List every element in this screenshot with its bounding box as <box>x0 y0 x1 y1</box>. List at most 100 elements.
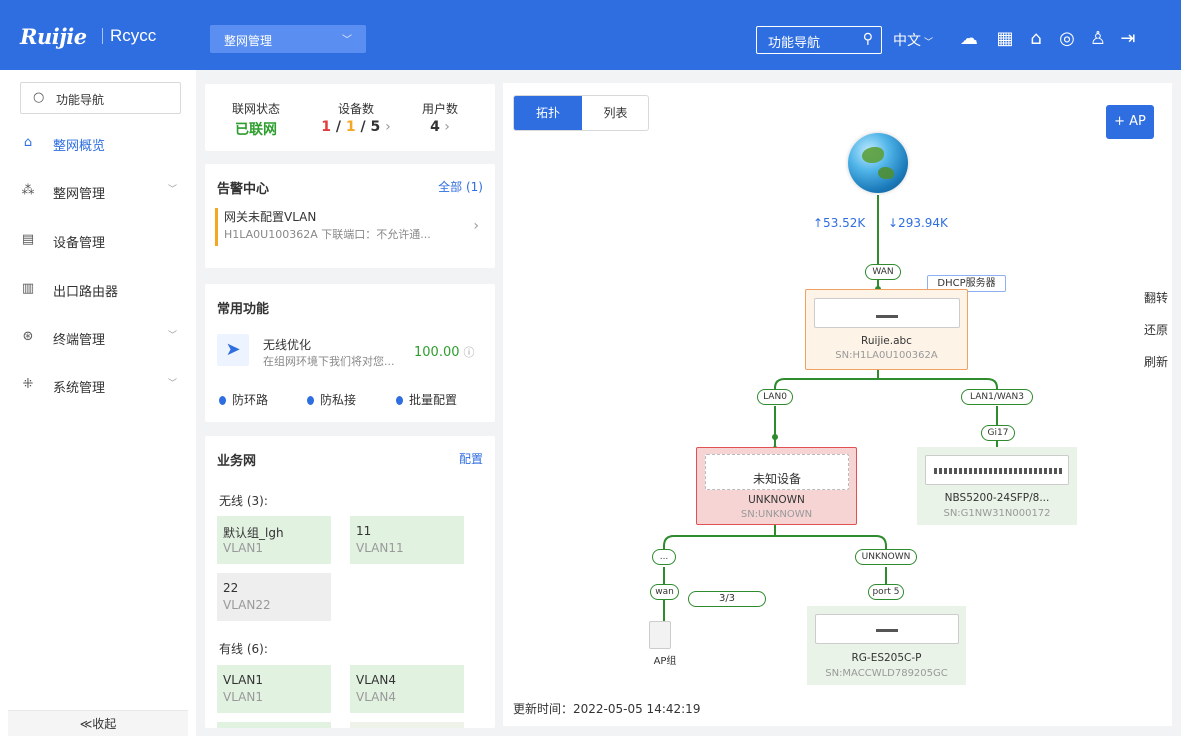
func-name[interactable]: 无线优化 <box>263 336 311 353</box>
vlan-id: VLAN22 <box>223 598 271 612</box>
vlan-id: VLAN4 <box>356 690 396 704</box>
send-icon: ➤ <box>217 334 249 366</box>
business-config-link[interactable]: 配置 <box>459 450 483 467</box>
wired-vlan-card[interactable] <box>217 722 331 728</box>
sidebar-item-label: 整网管理 <box>53 187 106 202</box>
wired-vlan-card[interactable] <box>350 722 464 728</box>
device-total-count: 5 <box>370 119 381 135</box>
alarm-item[interactable]: 网关未配置VLAN H1LA0U100362A 下联端口：不允许通... › <box>215 208 491 246</box>
device-offline-count: 1 <box>321 119 331 135</box>
gateway-device-icon <box>814 298 960 328</box>
sidebar-item-label: 终端管理 <box>53 333 106 348</box>
switch2-sn: SN:MACCWLD789205GC <box>825 668 948 679</box>
tag-anti-private[interactable]: 防私接 <box>307 391 356 408</box>
wired-vlan-card[interactable]: VLAN4 VLAN4 <box>350 665 464 713</box>
help-icon[interactable]: ⓘ <box>464 346 475 359</box>
switch-nbs5200[interactable]: NBS5200-24SFP/8... SN:G1NW31N000172 <box>917 447 1077 525</box>
switch-es205c[interactable]: RG-ES205C-P SN:MACCWLD789205GC <box>807 606 966 685</box>
tag-loop-prevention[interactable]: 防环路 <box>219 391 268 408</box>
terminal-icon: ⊛ <box>22 329 34 344</box>
device-count-value: 1 / 1 / 5 › <box>321 119 391 135</box>
router-icon: ▥ <box>21 281 35 296</box>
net-status-value: 已联网 <box>235 122 277 138</box>
gateway-device[interactable]: Ruijie.abc SN:H1LA0U100362A <box>805 289 968 370</box>
sidebar-item-overview[interactable]: ⌂ 整网概览 <box>20 133 180 155</box>
sidebar-item-network[interactable]: ⁂ 整网管理 ﹀ <box>20 181 180 203</box>
ap-count-label: 3/3 <box>688 591 766 607</box>
wireless-vlan-card[interactable]: 默认组_lgh VLAN1 <box>217 516 331 564</box>
wifi-icon[interactable]: ◎ <box>1056 28 1078 50</box>
sidebar-item-router[interactable]: ▥ 出口路由器 <box>20 279 180 301</box>
sidebar-item-label: 整网概览 <box>53 139 106 154</box>
update-time: 更新时间：2022-05-05 14:42:19 <box>513 702 701 716</box>
vlan-id: VLAN1 <box>223 690 263 704</box>
vlan-name: 11 <box>356 524 372 538</box>
download-rate: ↓293.94K <box>888 216 948 230</box>
wan-small-label: wan <box>650 584 679 600</box>
tag-batch-config[interactable]: 批量配置 <box>396 391 457 408</box>
gateway-name: Ruijie.abc <box>861 335 912 347</box>
user-count[interactable]: 用户数 4 › <box>405 100 475 135</box>
alarm-all-link[interactable]: 全部 (1) <box>438 178 483 195</box>
chevron-right-icon: › <box>385 119 391 135</box>
vlan-id: VLAN11 <box>356 541 404 555</box>
tag-label: 批量配置 <box>409 393 458 407</box>
switch-name: NBS5200-24SFP/8... <box>944 492 1050 504</box>
language-label: 中文 <box>893 33 921 49</box>
wireless-vlan-card[interactable]: 11 VLAN11 <box>350 516 464 564</box>
language-select[interactable]: 中文 ﹀ <box>893 30 933 50</box>
alarm-title: 告警中心 <box>217 182 270 197</box>
device-icon: ▤ <box>21 232 35 247</box>
port-label: ... <box>652 549 676 565</box>
ap-icon[interactable]: ⌂ <box>1025 28 1047 50</box>
location-icon <box>219 396 226 405</box>
collapse-button[interactable]: ≪收起 <box>8 710 188 736</box>
sidebar-item-system[interactable]: ⁜ 系统管理 ﹀ <box>20 375 180 397</box>
qrcode-icon[interactable]: ▦ <box>994 28 1016 50</box>
function-nav-search[interactable]: 功能导航 ⚲ <box>756 26 882 54</box>
sidebar-search[interactable]: ○ 功能导航 <box>20 82 181 114</box>
network-icon: ⁂ <box>21 183 35 198</box>
business-title: 业务网 <box>217 454 257 469</box>
lan0-port-label: LAN0 <box>757 389 793 405</box>
wireless-vlan-card[interactable]: 22 VLAN22 <box>217 573 331 621</box>
wan-port-label: WAN <box>865 264 901 280</box>
vlan-name: VLAN4 <box>356 673 396 687</box>
function-nav-label: 功能导航 <box>768 36 821 51</box>
internet-globe-icon[interactable] <box>848 133 908 193</box>
net-status[interactable]: 联网状态 已联网 <box>221 100 291 139</box>
unknown-device-label: 未知设备 <box>752 472 801 486</box>
func-score-row: 100.00 ⓘ <box>414 344 475 360</box>
alarm-icon[interactable]: ♙ <box>1087 28 1109 50</box>
ap-group-label: AP组 <box>653 656 677 667</box>
device-count[interactable]: 设备数 1 / 1 / 5 › <box>311 100 401 135</box>
upload-rate: ↑53.52K <box>813 216 866 230</box>
gateway-sn: SN:H1LA0U100362A <box>835 350 938 361</box>
unknown-device[interactable]: 未知设备 UNKNOWN SN:UNKNOWN <box>696 447 857 525</box>
wired-vlan-card[interactable]: VLAN1 VLAN1 <box>217 665 331 713</box>
net-status-title: 联网状态 <box>231 102 280 116</box>
wireless-label: 无线 (3): <box>219 494 268 508</box>
chevron-right-icon: › <box>439 119 450 135</box>
top-header: Ruijie Rcycc 整网管理 ﹀ 功能导航 ⚲ 中文 ﹀ ☁ ▦ ⌂ ◎ ♙… <box>0 0 1181 70</box>
sidebar-item-device[interactable]: ▤ 设备管理 <box>20 230 180 252</box>
user-count-title: 用户数 <box>421 102 458 116</box>
logout-icon[interactable]: ⇥ <box>1117 28 1139 50</box>
device-alarm-count: 1 <box>345 119 356 135</box>
user-count-value: 4 <box>430 119 440 135</box>
alarm-item-desc: H1LA0U100362A 下联端口：不允许通... <box>224 228 431 241</box>
chevron-down-icon: ﹀ <box>167 379 177 389</box>
lan1-port-label: LAN1/WAN3 <box>961 389 1033 405</box>
port5-label: port 5 <box>868 584 904 600</box>
sidebar-item-label: 系统管理 <box>53 381 106 396</box>
alarm-item-title: 网关未配置VLAN <box>224 210 317 224</box>
sidebar-item-terminal[interactable]: ⊛ 终端管理 ﹀ <box>20 327 180 349</box>
chevron-right-icon: › <box>473 218 479 234</box>
topology-panel: 拓扑 列表 + AP 翻转 还原 刷新 ↑53.52K ↓293.94K WAN… <box>503 83 1172 726</box>
alarm-card: 告警中心 全部 (1) 网关未配置VLAN H1LA0U100362A 下联端口… <box>205 164 495 268</box>
cloud-icon[interactable]: ☁ <box>958 28 980 50</box>
network-select[interactable]: 整网管理 ﹀ <box>210 25 366 53</box>
ap-group[interactable]: AP组 <box>643 621 687 667</box>
ap-device-icon <box>649 621 671 649</box>
switch-icon <box>925 455 1069 485</box>
